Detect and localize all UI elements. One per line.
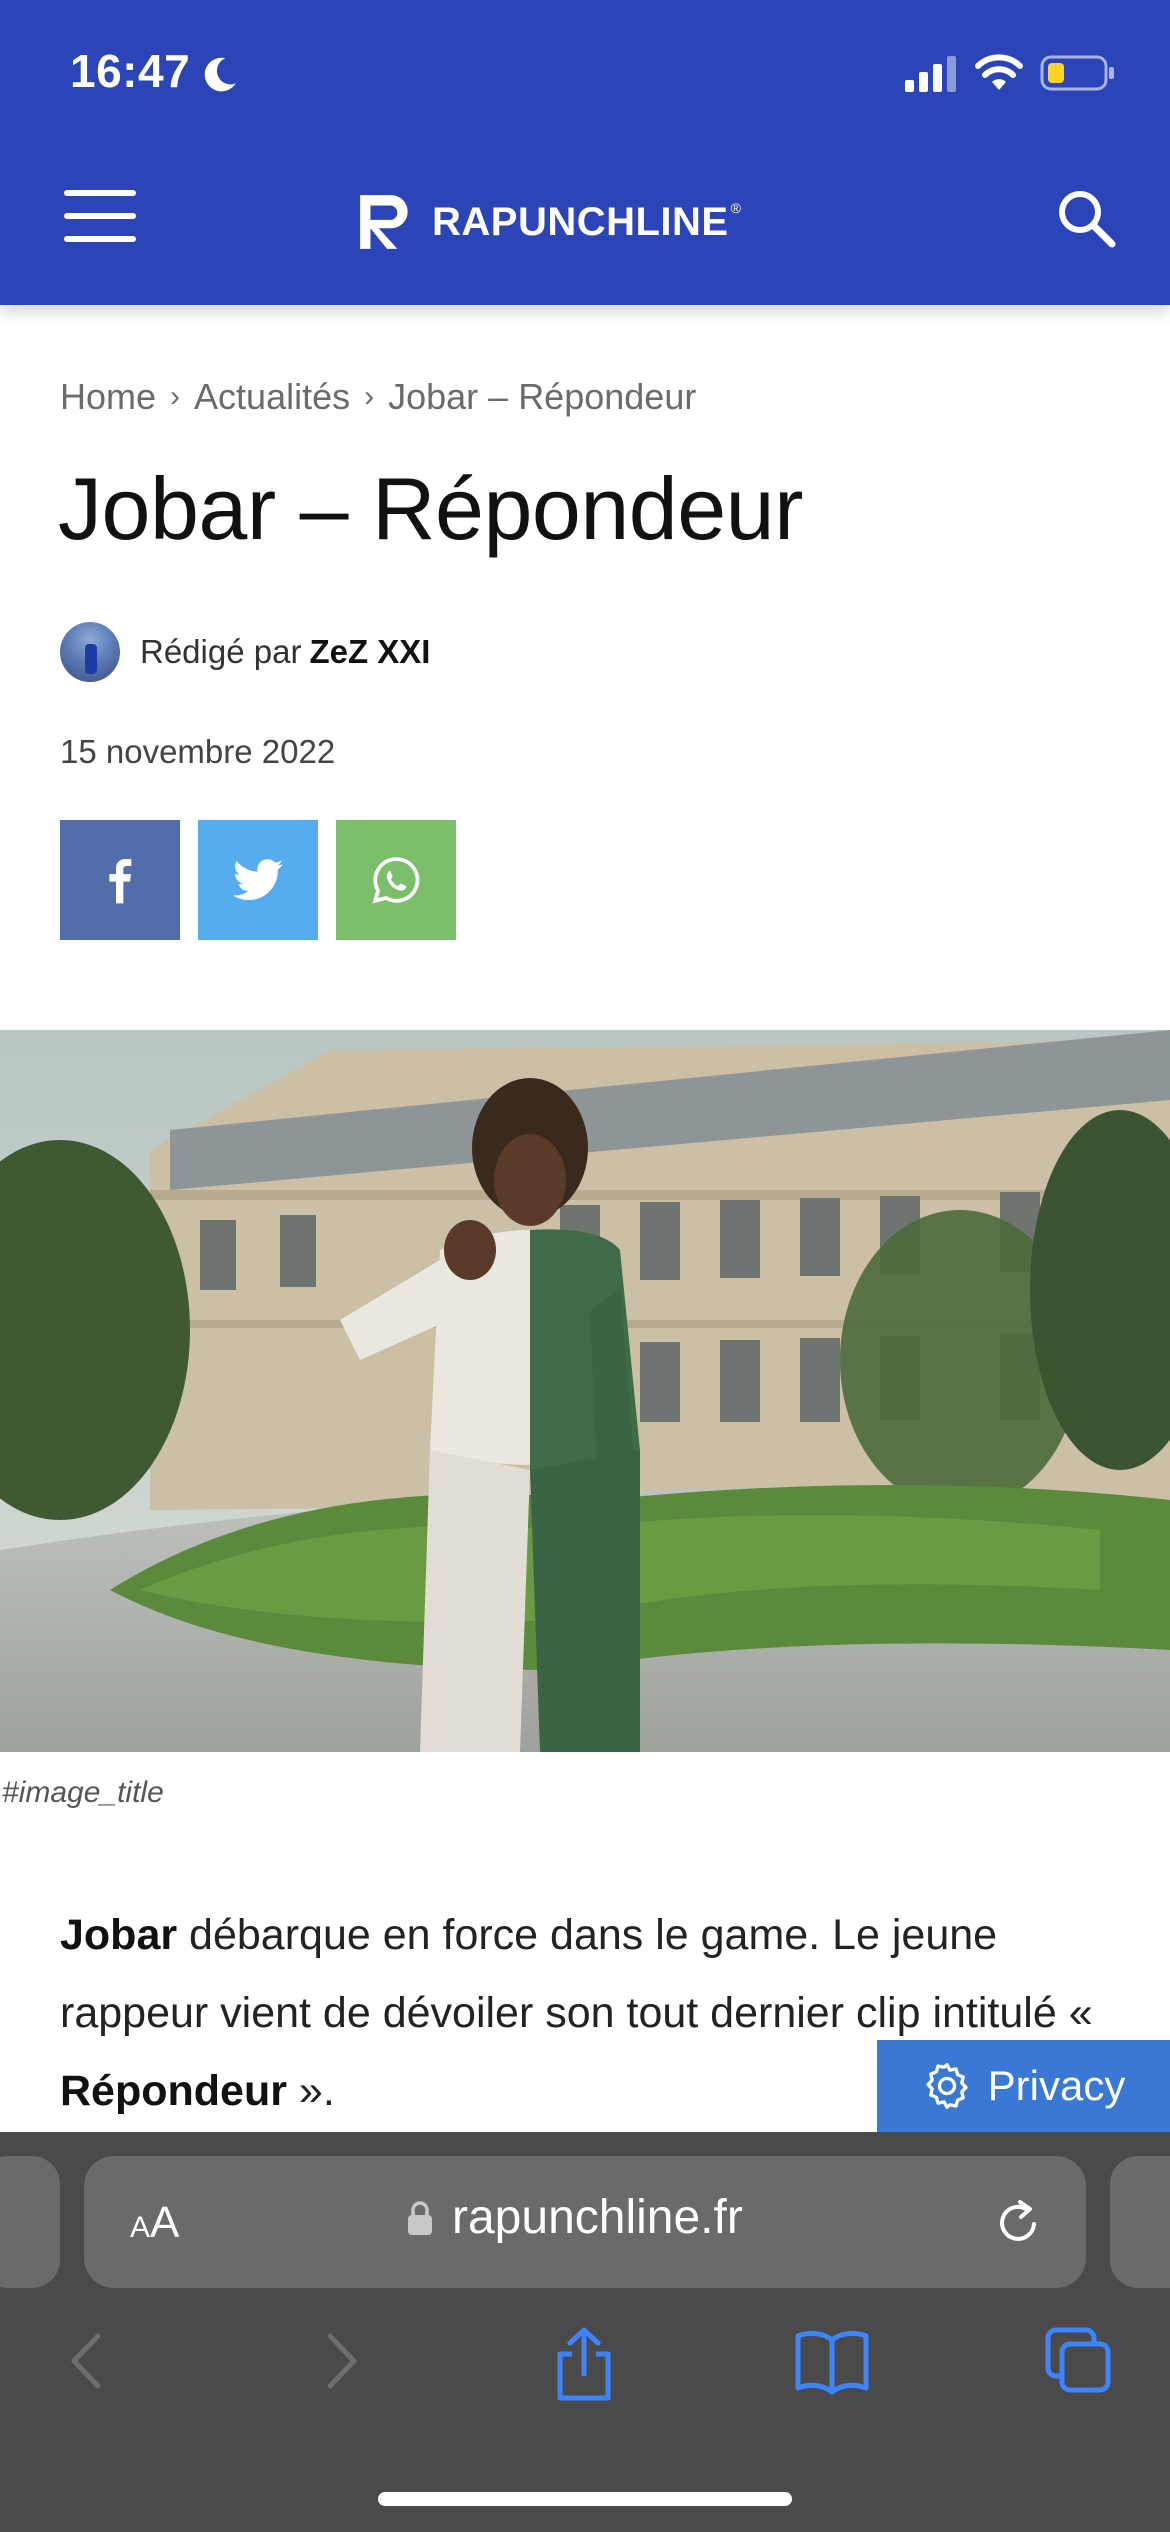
twitter-icon [233,859,283,900]
share-icon[interactable] [550,2326,618,2402]
cellular-signal-icon [905,56,956,92]
breadcrumb: Home › Actualités › Jobar – Répondeur [60,376,696,418]
forward-icon[interactable] [316,2326,366,2396]
share-buttons [60,820,456,940]
author-text: Rédigé par ZeZ XXI [140,633,430,671]
next-tab-preview[interactable] [1110,2156,1170,2288]
image-caption: #image_title [2,1776,164,1809]
author-name-link[interactable]: ZeZ XXI [309,633,430,670]
back-icon[interactable] [62,2326,112,2396]
hamburger-menu-button[interactable] [64,188,138,244]
logo-text: RAPUNCHLINE ® [432,199,742,244]
url-display[interactable]: rapunchline.fr [406,2190,743,2245]
share-twitter-button[interactable] [198,820,318,940]
song-title: Répondeur [60,2067,287,2115]
breadcrumb-home[interactable]: Home [60,376,156,418]
moon-icon [204,57,236,92]
artist-name: Jobar [60,1911,178,1959]
breadcrumb-separator: › [364,380,375,413]
gear-icon [926,2063,968,2109]
author-avatar[interactable] [60,622,120,682]
article-title: Jobar – Répondeur [58,459,803,558]
address-bar[interactable]: AA rapunchline.fr [84,2156,1086,2288]
music-video-still [0,1030,1170,1752]
previous-tab-preview[interactable] [0,2156,60,2288]
lock-icon [408,2200,432,2235]
site-logo[interactable]: RAPUNCHLINE ® [356,190,741,254]
whatsapp-icon [372,857,420,904]
home-indicator[interactable] [378,2492,792,2506]
share-facebook-button[interactable] [60,820,180,940]
article-hero-image[interactable] [0,1030,1170,1752]
search-icon[interactable] [1052,184,1120,252]
privacy-button[interactable]: Privacy [877,2040,1170,2132]
share-whatsapp-button[interactable] [336,820,456,940]
breadcrumb-current: Jobar – Répondeur [388,376,697,417]
url-text: rapunchline.fr [452,2191,743,2244]
status-time: 16:47 [70,45,191,97]
battery-icon [1040,55,1114,91]
privacy-label: Privacy [987,2062,1126,2109]
reload-icon[interactable] [990,2194,1046,2250]
publish-date: 15 novembre 2022 [60,733,336,770]
logo-mark-icon [360,195,408,249]
author-line: Rédigé par ZeZ XXI [60,622,430,682]
bookmarks-icon[interactable] [794,2326,870,2396]
wifi-icon [975,54,1023,90]
author-prefix: Rédigé par [140,633,302,670]
breadcrumb-separator: › [170,380,181,413]
site-header: 16:47 RAPUNCHLINE ® [0,0,1170,305]
facebook-icon [109,859,132,904]
breadcrumb-actualites[interactable]: Actualités [194,376,350,418]
reader-settings-button[interactable]: AA [130,2198,179,2248]
tabs-icon[interactable] [1044,2326,1114,2396]
